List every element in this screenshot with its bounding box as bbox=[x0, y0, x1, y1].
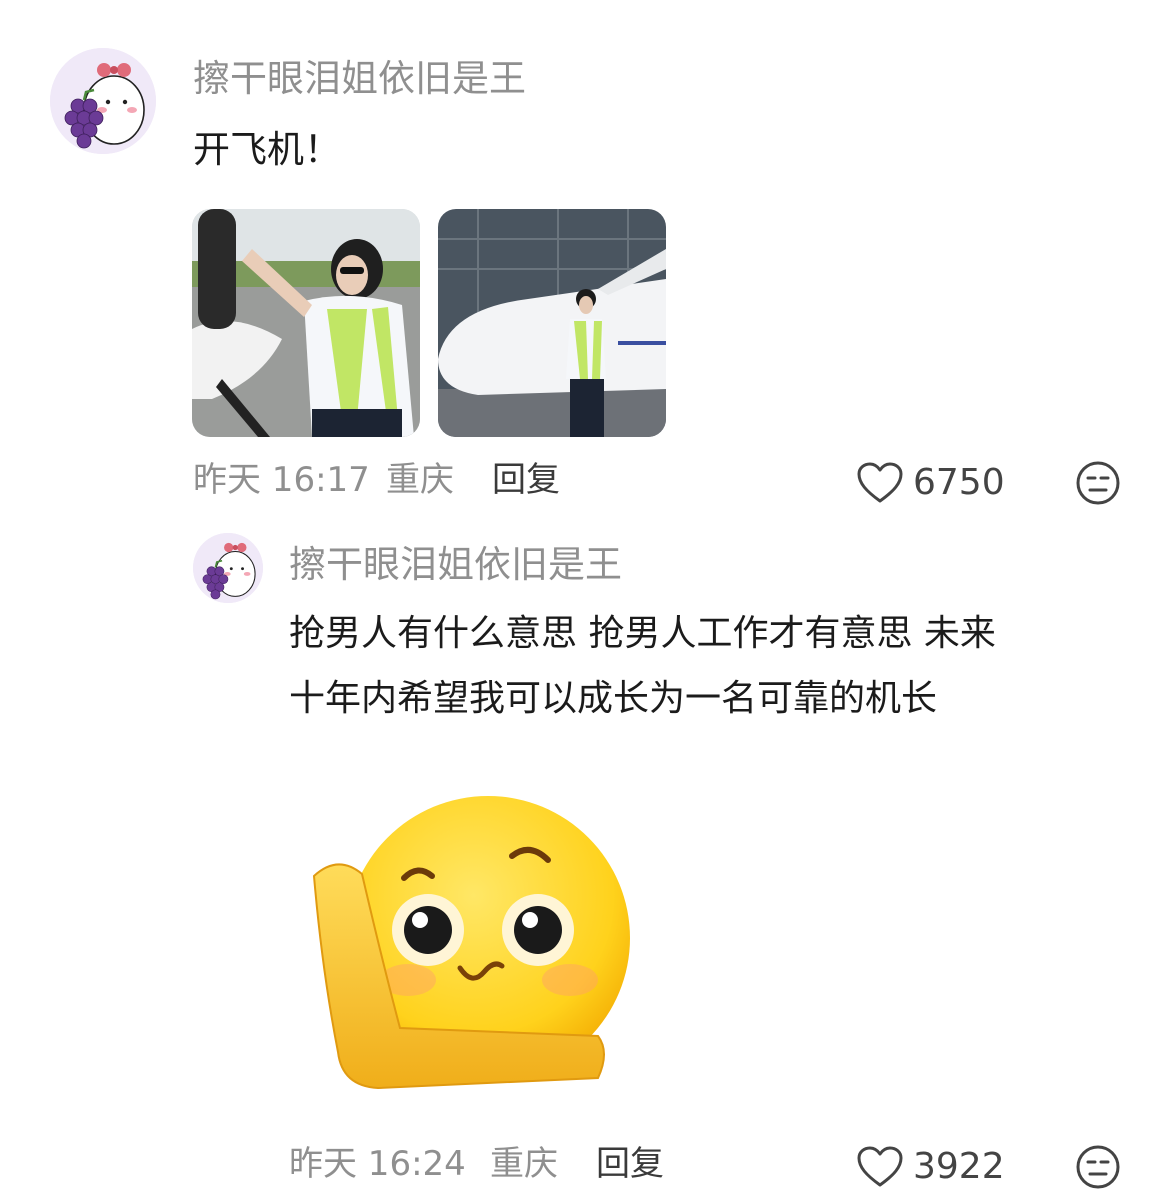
like-button[interactable]: 6750 bbox=[856, 460, 1005, 506]
reply-button[interactable]: 回复 bbox=[492, 458, 560, 502]
reply-like-count: 3922 bbox=[913, 1146, 1005, 1187]
username[interactable]: 擦干眼泪姐依旧是王 bbox=[193, 55, 526, 103]
reply-time: 昨天 16:24 bbox=[289, 1144, 466, 1184]
comment-text: 开飞机！ bbox=[193, 128, 341, 171]
hamster-grape-avatar bbox=[193, 533, 263, 603]
thinking-emoji-sticker[interactable] bbox=[308, 790, 638, 1095]
heart-outline-icon bbox=[857, 462, 903, 503]
reply-avatar[interactable] bbox=[193, 533, 263, 603]
reply-reply-button[interactable]: 回复 bbox=[596, 1142, 664, 1186]
reply-text-line-1: 抢男人有什么意思 抢男人工作才有意思 未来 bbox=[289, 613, 996, 654]
like-count: 6750 bbox=[913, 462, 1005, 503]
reply-username[interactable]: 擦干眼泪姐依旧是王 bbox=[289, 541, 622, 589]
comment-location: 重庆 bbox=[386, 460, 454, 500]
pilot-aircraft-photo bbox=[438, 209, 666, 437]
comment-photo-2[interactable] bbox=[438, 209, 666, 437]
expressionless-face-icon bbox=[1076, 461, 1120, 505]
reaction-button[interactable] bbox=[1075, 460, 1121, 506]
heart-outline-icon bbox=[857, 1146, 903, 1187]
hamster-grape-avatar bbox=[50, 48, 156, 154]
comment-photo-1[interactable] bbox=[192, 209, 420, 437]
expressionless-face-icon bbox=[1076, 1145, 1120, 1189]
reply-reaction-button[interactable] bbox=[1075, 1144, 1121, 1190]
reply-location: 重庆 bbox=[490, 1144, 558, 1184]
pilot-propeller-photo bbox=[192, 209, 420, 437]
comment-time: 昨天 16:17 bbox=[193, 460, 370, 500]
hand-on-cheek-emoji bbox=[312, 796, 630, 1090]
reply-text-line-2: 十年内希望我可以成长为一名可靠的机长 bbox=[289, 678, 938, 719]
avatar[interactable] bbox=[50, 48, 156, 154]
reply-like-button[interactable]: 3922 bbox=[856, 1144, 1005, 1190]
